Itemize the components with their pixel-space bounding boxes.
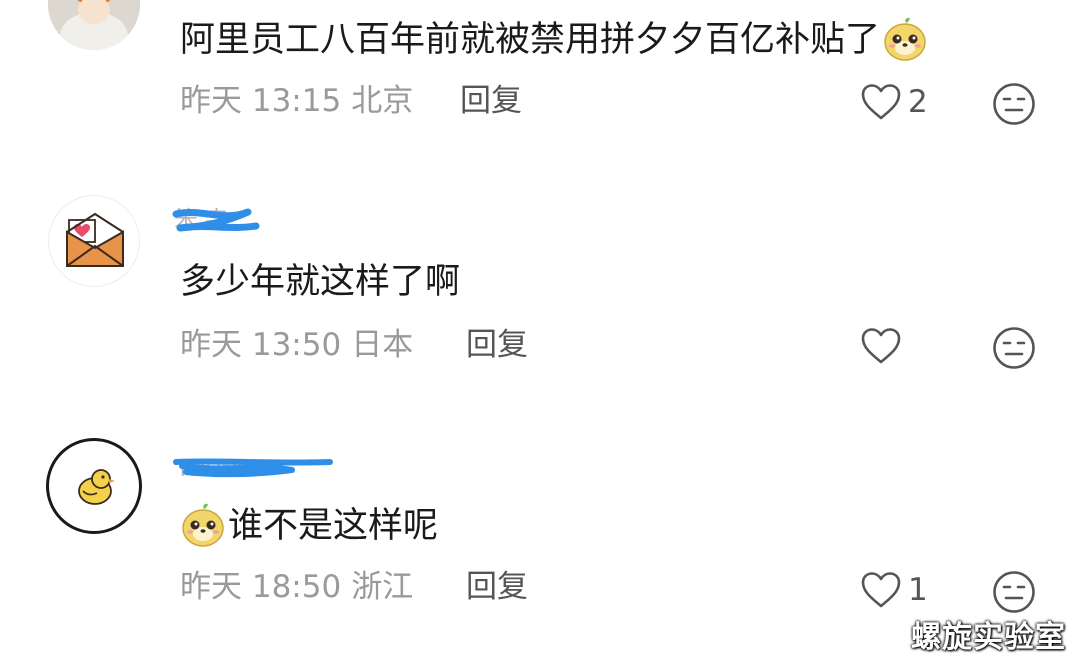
comment-meta: 昨天 18:50 浙江 (180, 572, 413, 603)
comment-time: 昨天 18:50 (180, 569, 342, 605)
comment-text: 多少年就这样了啊 (180, 262, 460, 302)
comment-list: 阿里员工八百年前就被禁用拼夕夕百亿补贴了 昨天 13:15 北京 回复 2 笨 … (0, 0, 1080, 670)
comment-text: 阿里员工八百年前就被禁用拼夕夕百亿补贴了 (180, 17, 928, 63)
like-button[interactable] (860, 326, 908, 366)
comment-location: 日本 (351, 327, 414, 363)
comment-location: 浙江 (351, 569, 414, 605)
user-avatar[interactable] (48, 195, 140, 287)
expressionless-face-icon[interactable] (992, 326, 1036, 370)
like-count: 1 (908, 571, 928, 608)
comment-meta: 昨天 13:15 北京 (180, 86, 413, 117)
comment-item: 阿里员工八百年前就被禁用拼夕夕百亿补贴了 昨天 13:15 北京 回复 2 (0, 0, 1080, 140)
comment-time: 昨天 13:15 (180, 83, 342, 119)
heart-icon (861, 84, 901, 120)
comment-time: 昨天 13:50 (180, 327, 342, 363)
dog-face-emoji (882, 17, 928, 63)
heart-icon (861, 328, 901, 364)
chick-icon (78, 469, 115, 505)
like-count: 2 (908, 83, 928, 120)
comment-body: 谁不是这样呢 (228, 505, 439, 546)
reply-button[interactable]: 回复 (466, 572, 528, 603)
comment-body: 阿里员工八百年前就被禁用拼夕夕百亿补贴了 (180, 19, 881, 60)
watermark: 螺旋实验室 (911, 620, 1066, 655)
comment-location: 北京 (351, 83, 414, 119)
expressionless-face-icon[interactable] (992, 82, 1036, 126)
user-avatar[interactable] (46, 438, 142, 534)
like-button[interactable]: 2 (860, 82, 928, 122)
user-avatar[interactable] (48, 0, 140, 50)
expressionless-face-icon[interactable] (992, 570, 1036, 614)
comment-meta: 昨天 13:50 日本 (180, 330, 413, 361)
redacted-username: TRUNG (173, 456, 333, 481)
comment-text: 谁不是这样呢 (180, 502, 438, 550)
reply-button[interactable]: 回复 (466, 330, 528, 361)
comment-body: 多少年就这样了啊 (180, 261, 461, 302)
comment-item: 笨 寺 多少年就这样了啊 昨天 13:50 日本 回复 (0, 190, 1080, 390)
redacted-username: 笨 寺 (172, 207, 260, 234)
photo-avatar-icon (48, 0, 140, 50)
envelope-heart-icon (66, 212, 124, 267)
heart-icon (861, 572, 901, 608)
like-button[interactable]: 1 (860, 570, 928, 610)
reply-button[interactable]: 回复 (460, 86, 522, 117)
dog-face-emoji (180, 503, 226, 549)
